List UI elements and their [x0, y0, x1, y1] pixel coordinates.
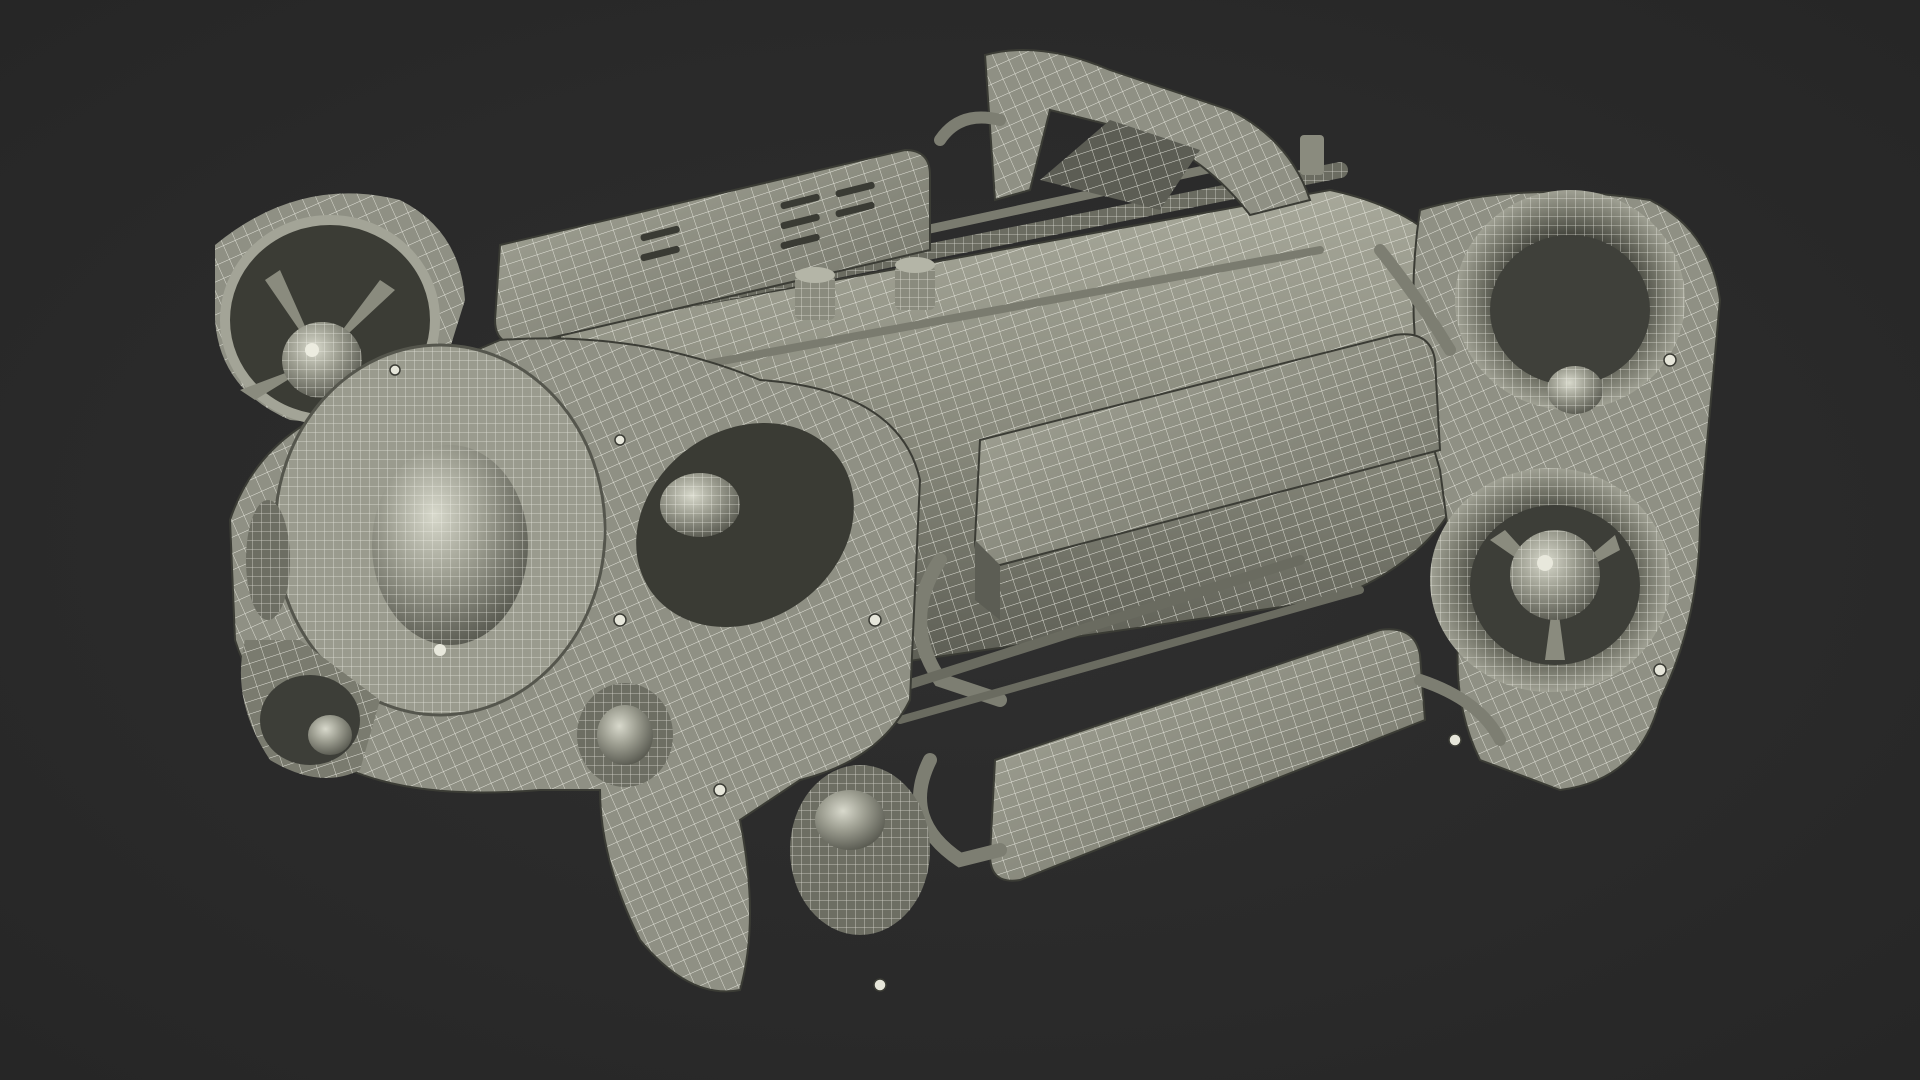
top-handle — [983, 49, 1312, 217]
bottom-front-thruster — [790, 765, 930, 935]
right-lower-thruster — [1430, 468, 1670, 692]
render-viewport — [0, 0, 1920, 1080]
bottom-battery-pod — [988, 628, 1427, 882]
vehicle-model — [215, 49, 1722, 993]
